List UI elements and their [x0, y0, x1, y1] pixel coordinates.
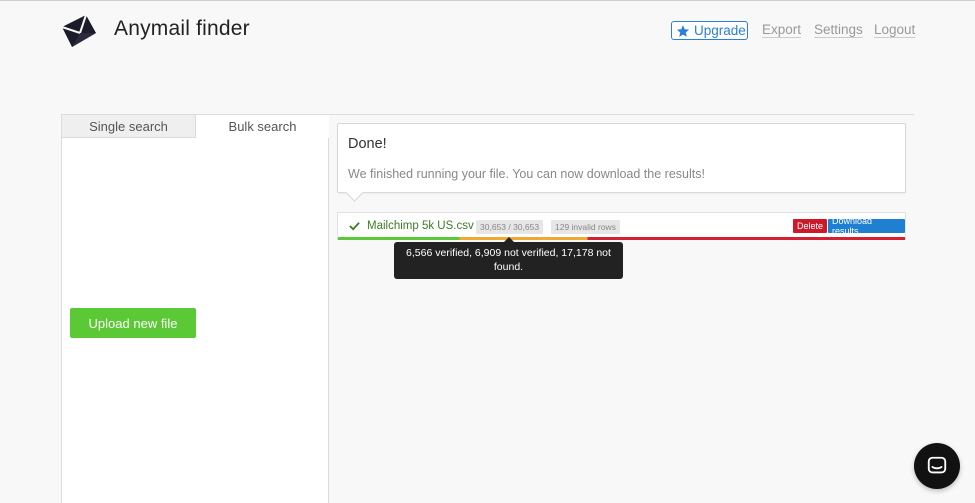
- download-results-button[interactable]: Download results: [828, 216, 905, 236]
- done-notice: Done! We finished running your file. You…: [337, 123, 906, 193]
- tab-bulk-search[interactable]: Bulk search: [196, 115, 329, 138]
- notice-message: We finished running your file. You can n…: [348, 167, 705, 181]
- results-progress-bar: [338, 237, 905, 240]
- envelope-logo-icon[interactable]: [60, 13, 98, 49]
- check-icon: [349, 222, 360, 231]
- logout-link[interactable]: Logout: [874, 22, 915, 37]
- tab-single-search[interactable]: Single search: [62, 115, 196, 138]
- main-panel: Single search Bulk search Upload new fil…: [61, 114, 914, 503]
- star-icon: [676, 24, 690, 37]
- file-name: Mailchimp 5k US.csv: [367, 220, 474, 232]
- right-column: Done! We finished running your file. You…: [329, 115, 914, 503]
- upgrade-label: Upgrade: [694, 23, 746, 38]
- results-tooltip: 6,566 verified, 6,909 not verified, 17,1…: [394, 237, 623, 279]
- settings-link[interactable]: Settings: [814, 22, 863, 37]
- upgrade-button[interactable]: Upgrade: [671, 21, 748, 40]
- chat-bubble-icon: [927, 456, 947, 474]
- brand-name[interactable]: Anymail finder: [114, 17, 250, 41]
- upload-new-file-button[interactable]: Upload new file: [70, 308, 196, 338]
- progress-count-badge: 30,653 / 30,653: [476, 220, 544, 234]
- left-column: Single search Bulk search Upload new fil…: [62, 115, 329, 503]
- export-link[interactable]: Export: [762, 22, 801, 37]
- invalid-rows-badge: 129 invalid rows: [551, 220, 620, 234]
- delete-button[interactable]: Delete: [793, 219, 828, 233]
- notice-title: Done!: [348, 136, 387, 152]
- chat-launcher-button[interactable]: [914, 443, 960, 489]
- file-row[interactable]: Mailchimp 5k US.csv 30,653 / 30,653 129 …: [337, 212, 906, 240]
